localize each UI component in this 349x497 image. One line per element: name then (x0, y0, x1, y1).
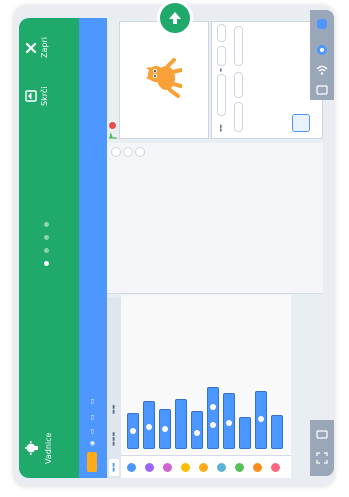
zoom-in-button[interactable] (111, 147, 121, 157)
close-button[interactable]: Zapri (25, 37, 49, 58)
code-block[interactable] (127, 413, 139, 449)
category-palette (121, 455, 291, 478)
category-sound[interactable] (163, 463, 172, 472)
step-dot[interactable] (44, 222, 49, 227)
scroll-up-button[interactable] (157, 0, 193, 36)
rotated-screen: Vadnice Skrči Zapri ◉ ▭ ▭ ▭ ▬▬ ▬▬▬ ▬▬ ▬▬… (19, 18, 323, 478)
sprite-pane: ▬▬ ▬ (211, 21, 323, 139)
show-toggle[interactable] (234, 102, 243, 132)
bottom-toolbar (310, 420, 334, 476)
direction-field[interactable] (234, 26, 243, 66)
zoom-out-button[interactable] (123, 147, 133, 157)
wifi-icon[interactable] (316, 64, 328, 76)
category-motion[interactable] (127, 463, 136, 472)
category-variables[interactable] (253, 463, 262, 472)
code-block[interactable] (175, 399, 187, 449)
menu-bar: ◉ ▭ ▭ ▭ (79, 18, 107, 478)
code-block[interactable] (191, 411, 203, 449)
step-dots (44, 222, 49, 266)
right-toolbar (310, 10, 334, 100)
category-control[interactable] (199, 463, 208, 472)
step-dot[interactable] (44, 261, 49, 266)
shrink-button[interactable]: Skrči (25, 87, 49, 106)
sprite-name-field[interactable] (217, 74, 226, 116)
menu-item[interactable]: ▭ (89, 398, 96, 404)
stop-icon[interactable] (109, 122, 116, 129)
close-icon (25, 42, 37, 53)
tab-code[interactable]: ▬▬ (109, 458, 119, 476)
green-flag-icon[interactable] (109, 131, 117, 139)
shrink-label: Skrči (40, 86, 49, 106)
sprite-thumbnail[interactable] (292, 114, 310, 132)
category-looks[interactable] (145, 463, 154, 472)
field-label: ▬ (218, 68, 223, 72)
close-label: Zapri (40, 37, 49, 58)
y-field[interactable] (217, 24, 226, 42)
tutorial-bar: Vadnice Skrči Zapri (19, 18, 79, 478)
scratch-logo[interactable] (87, 452, 97, 472)
category-myblocks[interactable] (271, 463, 280, 472)
scratch-editor: ◉ ▭ ▭ ▭ ▬▬ ▬▬▬ ▬▬ ▬▬ ▬ (79, 18, 323, 478)
code-block[interactable] (271, 415, 283, 449)
field-label: ▬▬ (218, 124, 223, 132)
shrink-icon (25, 90, 37, 102)
size-field[interactable] (234, 72, 243, 98)
tab-costumes[interactable]: ▬▬▬ (109, 428, 119, 450)
blocks-area (121, 295, 291, 455)
settings-icon[interactable] (316, 44, 328, 56)
x-field[interactable] (217, 46, 226, 66)
editor-tabs: ▬▬ ▬▬▬ ▬▬ (107, 298, 121, 478)
keyboard-icon[interactable] (316, 84, 328, 96)
code-block[interactable] (207, 387, 219, 449)
code-block[interactable] (239, 417, 251, 449)
stage[interactable] (119, 21, 209, 139)
tutorials-label: Vadnice (44, 432, 53, 464)
category-operators[interactable] (235, 463, 244, 472)
zoom-reset-button[interactable] (135, 147, 145, 157)
extension-icon[interactable] (316, 18, 328, 30)
step-dot[interactable] (44, 248, 49, 253)
menu-item[interactable]: ▭ (89, 414, 96, 420)
arrow-up-icon (169, 12, 181, 24)
lightbulb-icon (25, 441, 38, 456)
stage-area: ▬▬ ▬ (107, 18, 323, 143)
cat-sprite-icon[interactable] (146, 58, 182, 98)
camera-icon[interactable] (316, 428, 328, 440)
category-events[interactable] (181, 463, 190, 472)
menu-item[interactable]: ◉ (89, 441, 96, 446)
step-dot[interactable] (44, 235, 49, 240)
code-block[interactable] (159, 409, 171, 449)
code-block[interactable] (223, 393, 235, 449)
code-block[interactable] (143, 401, 155, 449)
menu-item[interactable]: ▭ (89, 428, 96, 434)
tab-sounds[interactable]: ▬▬ (109, 401, 119, 418)
tutorials-button[interactable]: Vadnice (25, 433, 53, 464)
code-block[interactable] (255, 391, 267, 449)
fullscreen-icon[interactable] (316, 452, 328, 464)
category-sensing[interactable] (217, 463, 226, 472)
scripts-area[interactable] (107, 143, 323, 294)
